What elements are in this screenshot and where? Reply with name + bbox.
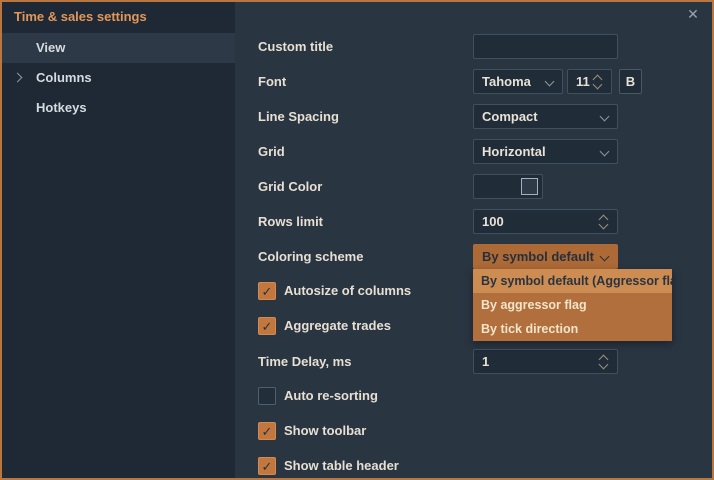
dropdown-option[interactable]: By symbol default (Aggressor flag)	[473, 269, 672, 293]
rows-limit-stepper[interactable]: 100	[473, 209, 618, 234]
sidebar-item-columns[interactable]: Columns	[2, 63, 235, 93]
show-toolbar-checkbox[interactable]: ✓	[258, 422, 276, 440]
auto-resorting-label: Auto re-sorting	[284, 387, 378, 405]
time-sales-settings-dialog: Time & sales settings View Columns Hotke…	[0, 0, 714, 480]
font-label: Font	[258, 69, 286, 94]
check-icon: ✓	[262, 424, 273, 439]
spinner-arrows-icon[interactable]	[593, 74, 605, 90]
aggregate-trades-checkbox[interactable]: ✓	[258, 317, 276, 335]
sidebar-item-view[interactable]: View	[2, 33, 235, 63]
check-icon: ✓	[262, 284, 273, 299]
grid-value: Horizontal	[482, 140, 597, 163]
spinner-arrows-icon[interactable]	[599, 354, 611, 370]
show-toolbar-label: Show toolbar	[284, 422, 366, 440]
line-spacing-value: Compact	[482, 105, 597, 128]
coloring-scheme-dropdown-list: By symbol default (Aggressor flag) By ag…	[473, 269, 672, 341]
sidebar: Time & sales settings View Columns Hotke…	[2, 2, 235, 478]
autosize-columns-label: Autosize of columns	[284, 282, 411, 300]
chevron-down-icon	[600, 252, 610, 262]
time-delay-value: 1	[482, 350, 597, 373]
spinner-arrows-icon[interactable]	[599, 214, 611, 230]
custom-title-field-wrap	[473, 34, 618, 59]
coloring-scheme-label: Coloring scheme	[258, 244, 363, 269]
rows-limit-label: Rows limit	[258, 209, 323, 234]
chevron-right-icon	[13, 73, 23, 83]
sidebar-item-label: Columns	[36, 63, 92, 93]
chevron-down-icon	[545, 77, 555, 87]
chevron-down-icon	[600, 147, 610, 157]
sidebar-item-label: Hotkeys	[36, 93, 87, 123]
font-size-stepper[interactable]: 11	[567, 69, 612, 94]
sidebar-item-hotkeys[interactable]: Hotkeys	[2, 93, 235, 123]
coloring-scheme-value: By symbol default (Aggressor flag)	[482, 245, 597, 268]
grid-select[interactable]: Horizontal	[473, 139, 618, 164]
autosize-columns-checkbox[interactable]: ✓	[258, 282, 276, 300]
line-spacing-select[interactable]: Compact	[473, 104, 618, 129]
grid-color-picker[interactable]	[473, 174, 543, 199]
chevron-down-icon	[600, 112, 610, 122]
auto-resorting-checkbox[interactable]	[258, 387, 276, 405]
line-spacing-label: Line Spacing	[258, 104, 339, 129]
aggregate-trades-label: Aggregate trades	[284, 317, 391, 335]
custom-title-input[interactable]	[474, 35, 617, 58]
grid-label: Grid	[258, 139, 285, 164]
dropdown-option[interactable]: By tick direction	[473, 317, 672, 341]
time-delay-label: Time Delay, ms	[258, 349, 351, 374]
color-swatch	[521, 178, 538, 195]
grid-color-label: Grid Color	[258, 174, 322, 199]
show-table-header-checkbox[interactable]: ✓	[258, 457, 276, 475]
custom-title-label: Custom title	[258, 34, 333, 59]
check-icon: ✓	[262, 459, 273, 474]
close-icon[interactable]: ✕	[684, 5, 702, 23]
time-delay-stepper[interactable]: 1	[473, 349, 618, 374]
rows-limit-value: 100	[482, 210, 597, 233]
coloring-scheme-select[interactable]: By symbol default (Aggressor flag)	[473, 244, 618, 269]
font-family-value: Tahoma	[482, 70, 542, 93]
dialog-title: Time & sales settings	[14, 2, 147, 32]
font-family-select[interactable]: Tahoma	[473, 69, 563, 94]
check-icon: ✓	[262, 319, 273, 334]
bold-button[interactable]: B	[619, 69, 642, 94]
dropdown-option[interactable]: By aggressor flag	[473, 293, 672, 317]
sidebar-item-label: View	[36, 33, 65, 63]
show-table-header-label: Show table header	[284, 457, 399, 475]
